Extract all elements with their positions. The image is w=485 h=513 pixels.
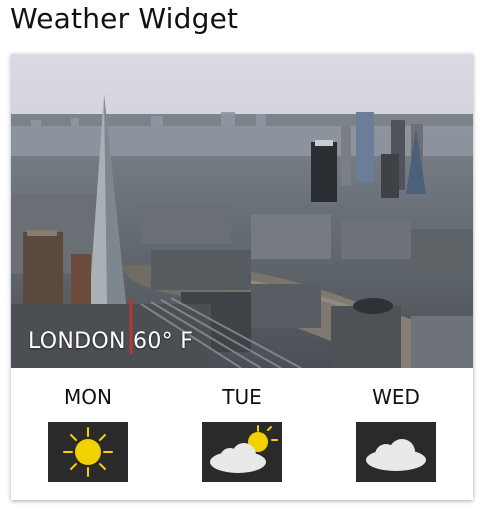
- partly-cloudy-icon: [202, 422, 282, 482]
- forecast-row: MON TUE WED: [11, 368, 473, 500]
- forecast-day-tue: TUE: [187, 382, 297, 482]
- day-label: TUE: [222, 385, 262, 409]
- page-title: Weather Widget: [10, 2, 239, 35]
- forecast-day-mon: MON: [33, 382, 143, 482]
- sunny-icon: [48, 422, 128, 482]
- day-label: MON: [64, 385, 112, 409]
- city-temperature-caption: LONDON 60° F: [28, 329, 194, 354]
- hero-image: LONDON 60° F: [11, 54, 473, 368]
- weather-card: LONDON 60° F MON TUE WED: [11, 54, 473, 500]
- forecast-day-wed: WED: [341, 382, 451, 482]
- london-skyline-photo: [11, 54, 473, 368]
- cloudy-icon: [356, 422, 436, 482]
- day-label: WED: [372, 385, 420, 409]
